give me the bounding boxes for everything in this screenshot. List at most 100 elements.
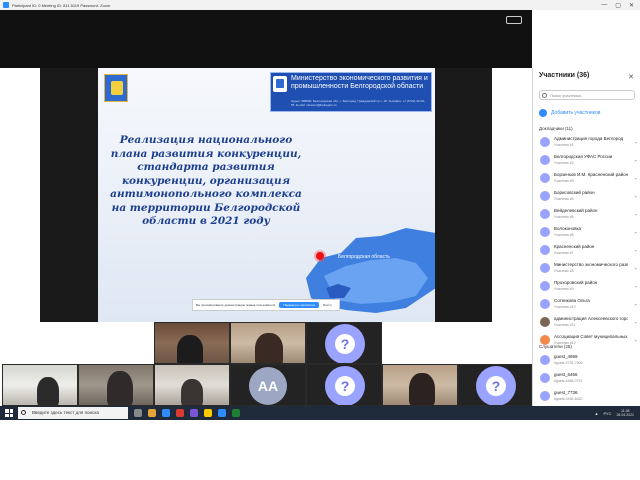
participant-search-input[interactable]: Поиск участника	[539, 90, 635, 100]
section-listeners: Слушатели (25)	[539, 344, 572, 349]
add-participants-button[interactable]: Добавить участников	[539, 109, 600, 117]
mic-icon[interactable]: ⌁	[635, 158, 637, 163]
video-tile[interactable]: ?	[306, 364, 382, 406]
video-tile[interactable]	[154, 364, 230, 406]
view-layout-icon[interactable]	[506, 16, 522, 24]
viber-icon[interactable]	[190, 409, 198, 417]
avatar	[540, 373, 550, 383]
view-options-button[interactable]: Параметры просмотра	[279, 302, 319, 308]
list-item[interactable]: Администрация города Белгород Участник #1…	[537, 134, 640, 152]
yandex-browser-icon[interactable]	[204, 409, 212, 417]
list-item[interactable]: guest_6466 #guest-4465-0791	[537, 370, 640, 388]
slide-title: Реализация национального плана развития …	[110, 134, 302, 227]
list-item[interactable]: Белгородская УФАС России Участник #2 ⌁	[537, 152, 640, 170]
mic-icon[interactable]: ⌁	[635, 140, 637, 145]
language-indicator[interactable]: РУС	[603, 411, 611, 416]
video-tile[interactable]: ?	[458, 364, 532, 406]
participant-video	[177, 335, 203, 363]
mic-icon[interactable]: ⌁	[635, 302, 637, 307]
default-avatar-icon: ?	[476, 366, 516, 405]
minimize-button[interactable]: —	[601, 2, 607, 9]
avatar	[540, 173, 550, 183]
avatar	[540, 355, 550, 365]
avatar	[540, 155, 550, 165]
panel-title: Участники (36)	[539, 72, 590, 79]
zoom-logo-icon	[3, 2, 9, 8]
guest-list: guest_4959 #guest-2791-7906 guest_6466 #gu…	[537, 352, 640, 406]
mic-icon[interactable]: ⌁	[635, 248, 637, 253]
mic-icon[interactable]: ⌁	[635, 338, 637, 343]
mic-icon[interactable]: ⌁	[635, 266, 637, 271]
participant-video	[255, 333, 283, 363]
search-icon	[21, 410, 26, 415]
avatar	[540, 263, 550, 273]
video-tile[interactable]: AA	[230, 364, 306, 406]
list-item[interactable]: Борисовский район Участник #4 ⌁	[537, 188, 640, 206]
windows-taskbar: Введите здесь текст для поиска ▲ РУС 11:…	[0, 406, 640, 420]
belgorod-coat-of-arms-icon	[104, 74, 128, 102]
ministry-emblem-icon	[273, 76, 287, 92]
screen-share-stage: Министерство экономического развития и п…	[40, 68, 492, 322]
list-item[interactable]: Борзенков И.М. Красненский район Участник…	[537, 170, 640, 188]
chrome-browser-icon[interactable]	[176, 409, 184, 417]
mic-icon[interactable]: ⌁	[635, 230, 637, 235]
video-tile[interactable]	[2, 364, 78, 406]
network-icon[interactable]: ▲	[594, 411, 598, 416]
ministry-contacts: Адрес: 308000, Белгородская обл., г. Бел…	[291, 99, 425, 107]
maximize-button[interactable]: ▢	[615, 2, 621, 9]
list-item[interactable]: guest_7736 #guest-3492-6420	[537, 388, 640, 406]
taskbar-search-input[interactable]: Введите здесь текст для поиска	[18, 407, 128, 419]
mic-icon[interactable]: ⌁	[635, 194, 637, 199]
participants-panel: Участники (36) ✕ Поиск участника Добавит…	[532, 68, 640, 420]
window-title: Participant ID: 0 Meeting ID: 811 8119 P…	[12, 2, 111, 8]
video-tile[interactable]	[154, 322, 230, 364]
list-item[interactable]: Министерство экономического развитияУчас…	[537, 260, 640, 278]
section-presenters: Докладчики (11)	[539, 126, 573, 131]
ministry-header-box: Министерство экономического развития и п…	[270, 72, 432, 112]
edge-browser-icon[interactable]	[162, 409, 170, 417]
participant-video	[409, 373, 435, 405]
avatar	[540, 391, 550, 401]
participant-video	[107, 371, 133, 405]
banner-text: Вы просматриваете демонстрацию экрана по…	[196, 303, 276, 307]
system-clock[interactable]: 11:28 26.04.2021	[616, 409, 634, 418]
zoom-app-icon[interactable]	[218, 409, 226, 417]
avatar	[540, 191, 550, 201]
list-item[interactable]: Сотникова Ольга Участник #10 ⌁	[537, 296, 640, 314]
avatar	[540, 245, 550, 255]
search-icon	[542, 93, 547, 98]
presentation-slide: Министерство экономического развития и п…	[98, 68, 435, 322]
close-button[interactable]: ✕	[629, 2, 634, 9]
list-item[interactable]: Волоконовка Участник #6 ⌁	[537, 224, 640, 242]
title-bar: Participant ID: 0 Meeting ID: 811 8119 P…	[0, 0, 640, 10]
windows-start-icon[interactable]	[5, 409, 13, 417]
mic-icon[interactable]: ⌁	[635, 320, 637, 325]
panel-close-icon[interactable]: ✕	[628, 73, 634, 81]
task-view-icon[interactable]	[134, 409, 142, 417]
video-tile[interactable]	[78, 364, 154, 406]
file-explorer-icon[interactable]	[148, 409, 156, 417]
list-item[interactable]: администрация Алексеевского городского о…	[537, 314, 640, 332]
mic-icon[interactable]: ⌁	[635, 212, 637, 217]
stop-view-button[interactable]: Выйти	[323, 303, 332, 307]
avatar	[540, 137, 550, 147]
default-avatar-icon: ?	[325, 324, 365, 363]
screen-share-banner: Вы просматриваете демонстрацию экрана по…	[192, 299, 340, 311]
top-strip	[0, 10, 532, 68]
avatar	[540, 317, 550, 327]
video-tile[interactable]: ?	[306, 322, 382, 364]
list-item[interactable]: Прохоровский район Участник #9 ⌁	[537, 278, 640, 296]
list-item[interactable]: guest_4959 #guest-2791-7906	[537, 352, 640, 370]
excel-icon[interactable]	[232, 409, 240, 417]
video-tile[interactable]	[230, 322, 306, 364]
default-avatar-icon: ?	[325, 366, 365, 405]
avatar	[540, 299, 550, 309]
video-tile[interactable]	[382, 364, 458, 406]
region-marker-icon	[316, 252, 324, 260]
mic-icon[interactable]: ⌁	[635, 176, 637, 181]
list-item[interactable]: Вейделевский район Участник #5 ⌁	[537, 206, 640, 224]
list-item[interactable]: Красненский район Участник #7 ⌁	[537, 242, 640, 260]
avatar	[540, 227, 550, 237]
ministry-title: Министерство экономического развития и п…	[291, 75, 428, 90]
mic-icon[interactable]: ⌁	[635, 284, 637, 289]
